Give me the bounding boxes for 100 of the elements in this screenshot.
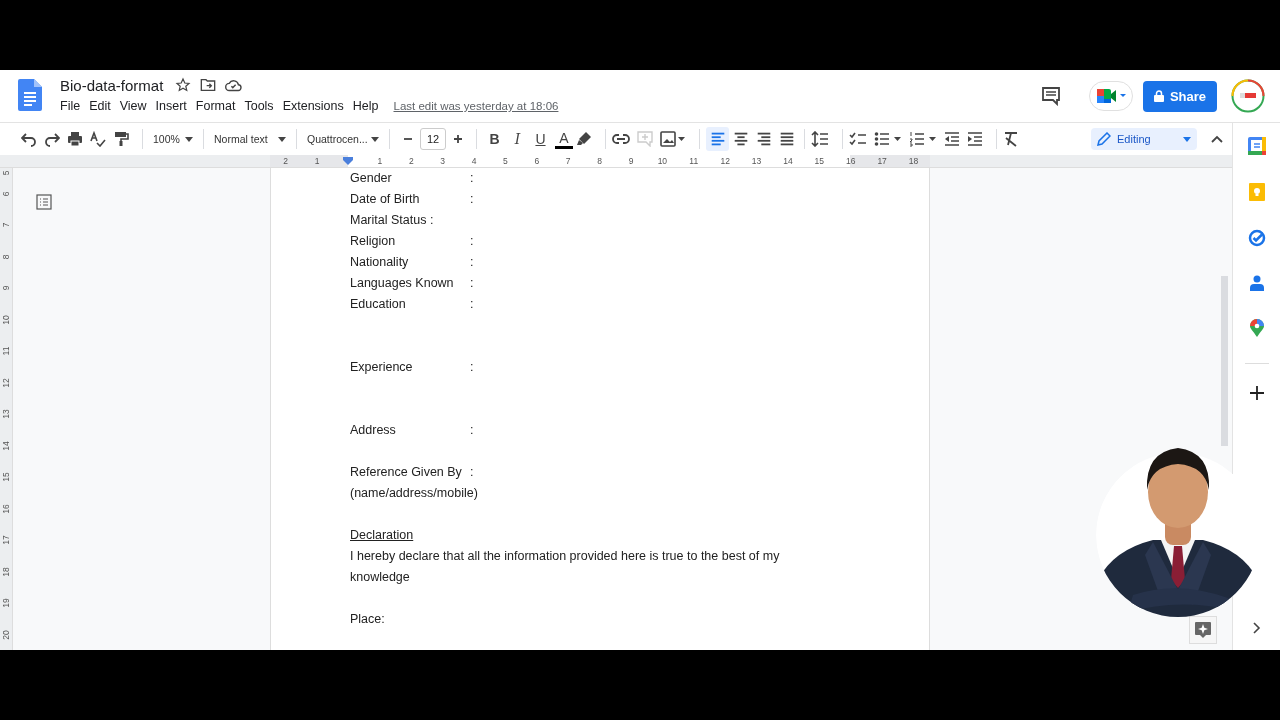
ruler-number: 1 (314, 155, 320, 167)
cloud-icon[interactable] (225, 78, 243, 92)
menu-item[interactable]: Edit (89, 99, 111, 113)
indent-marker-icon[interactable] (343, 157, 354, 165)
ruler-number: 13 (1, 409, 11, 419)
field-colon: : (470, 170, 474, 187)
calendar-icon[interactable] (1247, 137, 1266, 155)
align-left-button[interactable] (706, 127, 729, 151)
plus-icon[interactable] (452, 133, 464, 145)
contacts-icon[interactable] (1249, 275, 1264, 291)
bold-button[interactable]: B (483, 127, 506, 151)
pencil-icon (1097, 132, 1111, 146)
paragraph-text: (name/address/mobile) (350, 485, 478, 502)
link-icon[interactable] (612, 134, 630, 144)
menu-item[interactable]: Tools (244, 99, 274, 113)
field-label: Nationality (350, 254, 410, 271)
ruler-number: 17 (1, 535, 11, 545)
paint-format-icon[interactable] (113, 131, 129, 147)
clear-formatting-icon[interactable] (1003, 131, 1019, 147)
ruler-number: 1 (377, 155, 383, 167)
underline-button[interactable]: U (529, 127, 552, 151)
ruler-number: 18 (1, 567, 11, 577)
video-call-button[interactable] (1089, 81, 1133, 111)
style-dropdown[interactable]: Normal text (210, 127, 290, 151)
share-button[interactable]: Share (1143, 80, 1217, 112)
outline-icon[interactable] (36, 194, 52, 210)
image-icon[interactable] (660, 131, 686, 147)
paragraph-text: Marital Status : (350, 212, 434, 229)
decrease-indent-icon[interactable] (944, 131, 960, 147)
ruler-number: 3 (440, 155, 445, 167)
ruler-number: 6 (1, 191, 11, 197)
add-icon[interactable] (1249, 386, 1264, 400)
menu-item[interactable]: Help (352, 99, 379, 113)
numbered-list-icon[interactable] (909, 131, 937, 147)
ruler-number: 8 (597, 155, 602, 167)
field-colon: : (470, 296, 474, 313)
ruler-number: 19 (1, 598, 11, 608)
ruler-number: 11 (689, 155, 699, 167)
font-size-field[interactable]: 12 (420, 128, 446, 150)
ruler-number: 7 (1, 222, 11, 228)
horizontal-ruler[interactable]: 2 1 1 2 3 4 5 6 7 8 9 10 11 12 13 14 15 16 17 18 (270, 155, 930, 167)
folder-icon[interactable] (200, 78, 217, 92)
editing-mode-dropdown[interactable]: Editing (1091, 128, 1197, 150)
field-colon: : (470, 254, 474, 271)
paragraph-text: Place: (350, 611, 385, 628)
ruler-number: 11 (1, 346, 11, 356)
ruler-number: 4 (471, 155, 477, 167)
last-edit-link[interactable]: Last edit was yesterday at 18:06 (393, 100, 559, 112)
field-label: Gender (350, 170, 393, 187)
star-icon[interactable] (175, 77, 192, 93)
field-label: Address (350, 422, 397, 439)
highlighter-icon[interactable] (576, 131, 592, 147)
ruler-number: 15 (814, 155, 825, 167)
menu-item[interactable]: Extensions (282, 99, 344, 113)
field-label: Experience (350, 359, 414, 376)
scrollbar[interactable] (1221, 276, 1228, 446)
comment-icon[interactable] (1041, 86, 1061, 106)
document-title[interactable]: Bio-data-format (60, 76, 164, 94)
menu-item[interactable]: Insert (155, 99, 187, 113)
font-dropdown[interactable]: Quattrocen... (303, 127, 383, 151)
tasks-icon[interactable] (1247, 229, 1266, 247)
text-color-button[interactable]: A (555, 129, 573, 149)
field-colon: : (470, 464, 474, 481)
field-colon: : (470, 359, 474, 376)
field-colon: : (470, 422, 474, 439)
ruler-number: 8 (1, 254, 11, 260)
ruler-number: 5 (1, 170, 11, 176)
line-spacing-icon[interactable] (811, 131, 829, 147)
ruler-number: 12 (1, 378, 11, 388)
menu-item[interactable]: Format (195, 99, 236, 113)
account-avatar[interactable] (1231, 79, 1265, 113)
increase-indent-icon[interactable] (967, 131, 983, 147)
collapse-chevron-icon[interactable] (1211, 135, 1223, 143)
ruler-number: 14 (1, 441, 11, 451)
caret-icon (185, 136, 193, 142)
print-icon[interactable] (67, 131, 83, 147)
spellcheck-icon[interactable] (90, 131, 106, 147)
map-pin-icon[interactable] (1249, 319, 1264, 337)
zoom-dropdown[interactable]: 100% (149, 127, 197, 151)
checklist-icon[interactable] (849, 131, 867, 147)
menu-item[interactable]: View (119, 99, 147, 113)
explore-button[interactable] (1189, 616, 1217, 644)
italic-button[interactable]: I (506, 127, 529, 151)
bulleted-list-icon[interactable] (874, 131, 902, 147)
ruler-number: 15 (1, 472, 11, 482)
field-colon: : (470, 275, 474, 292)
ruler-number: 16 (846, 155, 856, 167)
field-colon: : (470, 233, 474, 250)
ruler-number: 10 (1, 315, 11, 325)
ruler-number: 9 (1, 285, 11, 291)
lock-icon (1153, 90, 1164, 102)
undo-icon[interactable] (21, 131, 37, 147)
docs-logo-icon[interactable] (18, 79, 42, 111)
caret-icon (1183, 136, 1191, 142)
video-camera-icon (1095, 86, 1127, 106)
chevron-right-icon[interactable] (1252, 622, 1261, 634)
redo-icon[interactable] (44, 131, 60, 147)
menu-item[interactable]: File (60, 99, 81, 113)
ruler-number: 2 (283, 155, 289, 167)
field-label: Religion (350, 233, 397, 250)
